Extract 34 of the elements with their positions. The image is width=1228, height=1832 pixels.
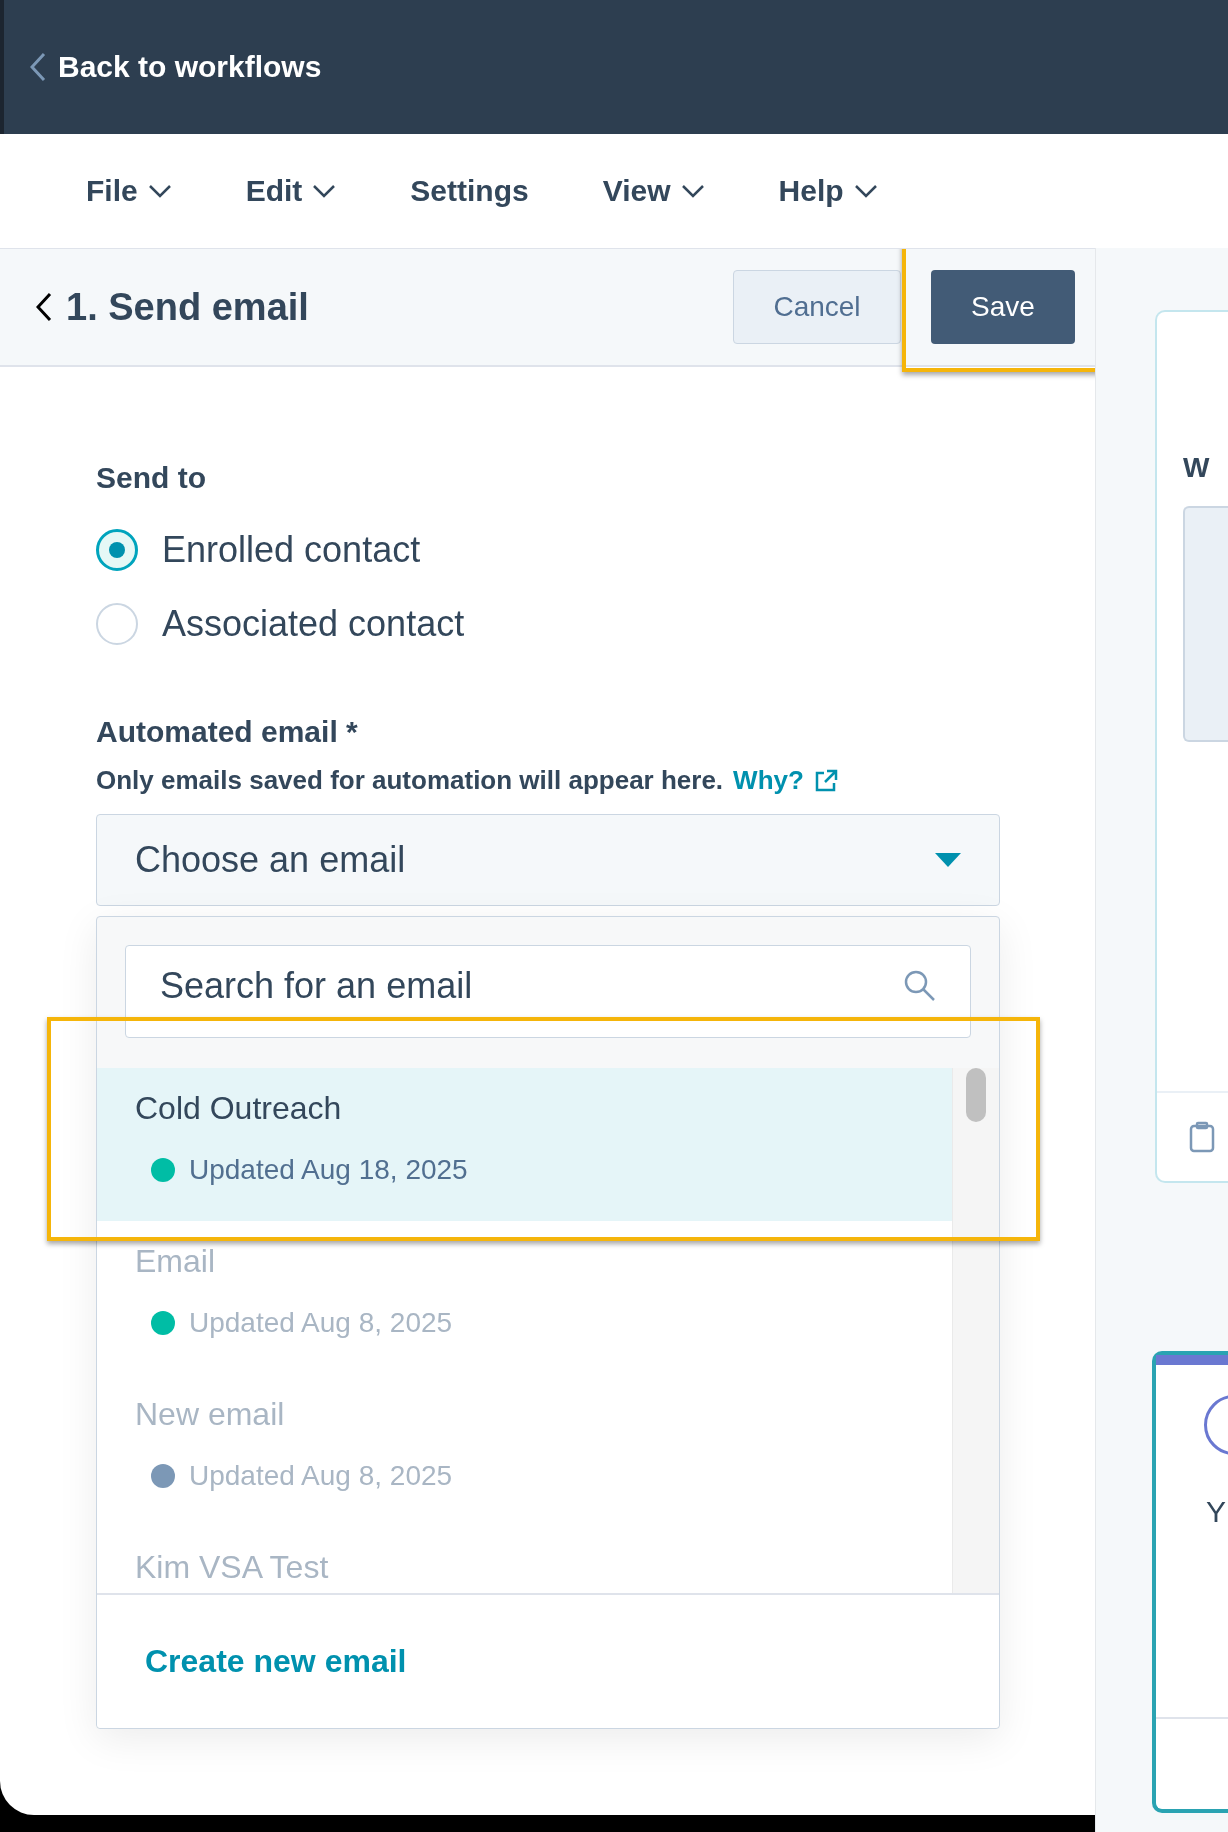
card-text: Y <box>1206 1495 1227 1529</box>
email-select[interactable]: Choose an email <box>96 814 1000 906</box>
menu-item[interactable]: Edit <box>245 174 337 208</box>
caret-down-icon <box>935 853 961 867</box>
search-field[interactable]: Search for an email <box>125 945 971 1038</box>
field-label: Automated email * <box>96 715 359 749</box>
card-header-bar <box>1156 1355 1228 1365</box>
menu-item[interactable]: Help <box>778 174 878 208</box>
save-button[interactable]: Save <box>931 270 1075 344</box>
email-option[interactable]: Cold Outreach Updated Aug 18, 2025 <box>97 1068 953 1221</box>
radio-button[interactable] <box>96 603 138 645</box>
back-link[interactable]: Back to workflows <box>30 50 322 84</box>
radio-label: Enrolled contact <box>162 529 421 571</box>
radio-label: Associated contact <box>162 603 465 645</box>
clipboard-icon[interactable] <box>1189 1121 1215 1153</box>
updated-date: Updated Aug 8, 2025 <box>189 1307 453 1339</box>
create-email-link[interactable]: Create new email <box>145 1643 407 1680</box>
search-icon <box>903 969 937 1003</box>
panel-title: 1. Send email <box>66 285 310 329</box>
field-label: Send to <box>96 461 207 495</box>
card-heading: W <box>1183 452 1211 484</box>
radio-button[interactable] <box>96 529 138 571</box>
updated-date: Updated Aug 18, 2025 <box>189 1154 468 1186</box>
why-link[interactable]: Why? <box>733 765 804 796</box>
menu-item[interactable]: Settings <box>410 174 529 208</box>
updated-date: Updated Aug 8, 2025 <box>189 1460 453 1492</box>
cancel-button[interactable]: Cancel <box>733 270 901 344</box>
hint-text: Only emails saved for automation will appear here. <box>96 765 724 796</box>
back-chevron-icon <box>36 292 52 322</box>
chevron-left-icon <box>30 52 46 82</box>
menu-item[interactable]: File <box>86 174 172 208</box>
menu-item[interactable]: View <box>602 174 705 208</box>
external-link-icon[interactable] <box>813 768 838 793</box>
scrollbar-thumb[interactable] <box>966 1068 986 1122</box>
